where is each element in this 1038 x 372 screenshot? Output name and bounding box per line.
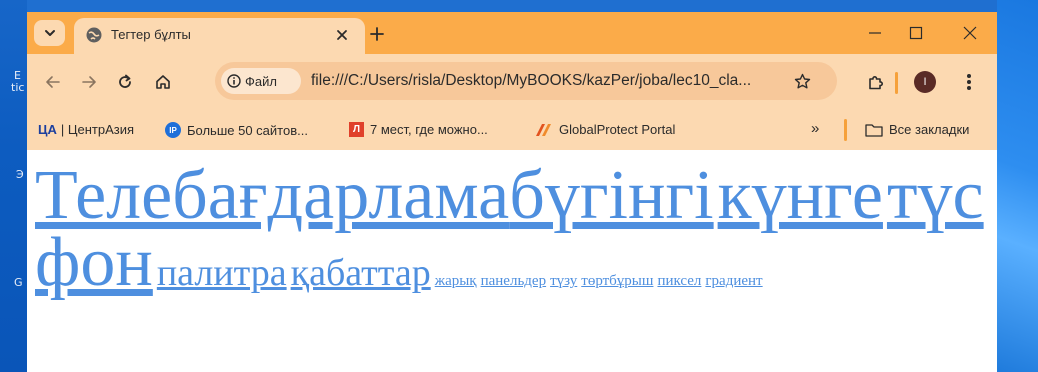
ip-logo: IP (165, 122, 181, 138)
bookmark-globalprotect[interactable]: GlobalProtect Portal (535, 122, 675, 137)
close-icon (963, 26, 977, 40)
extensions-button[interactable] (863, 70, 887, 94)
desktop-icon-label[interactable]: Э (16, 169, 24, 180)
all-bookmarks-button[interactable]: Все закладки (865, 122, 969, 137)
tag-link[interactable]: жарық (435, 273, 477, 289)
bookmark-label: | ЦентрАзия (60, 122, 135, 137)
reload-icon (119, 74, 131, 88)
tab-strip: Тегтер бұлты (27, 12, 997, 54)
bookmark-centrasia[interactable]: ЦА | ЦентрАзия (38, 122, 134, 137)
minimize-button[interactable] (860, 20, 890, 46)
url-text[interactable]: file:///C:/Users/risla/Desktop/MyBOOKS/k… (311, 72, 751, 90)
tab-active[interactable]: Тегтер бұлты (74, 18, 365, 54)
bookmark-l[interactable]: Л 7 мест, где можно... (349, 122, 488, 137)
home-button[interactable] (151, 70, 175, 94)
menu-button[interactable] (957, 70, 981, 94)
tag-link[interactable]: панельдер (481, 273, 547, 289)
desktop-icon-label[interactable]: E (14, 70, 21, 81)
bookmark-label: Больше 50 сайтов... (187, 122, 308, 138)
close-icon (337, 30, 347, 40)
bookmark-ip[interactable]: IP Больше 50 сайтов... (165, 122, 308, 138)
desktop-background-right (997, 0, 1038, 372)
tab-close-button[interactable] (332, 25, 352, 45)
arrow-left-icon (46, 76, 60, 88)
tag-link[interactable]: төртбұрыш (581, 273, 653, 289)
tag-link[interactable]: Телебағдарлама (35, 157, 509, 234)
tag-link[interactable]: фон (35, 224, 153, 301)
home-icon (156, 75, 170, 89)
desktop-background-left (0, 0, 27, 372)
maximize-button[interactable] (901, 20, 931, 46)
globalprotect-logo (536, 123, 551, 136)
tag-link[interactable]: бүгінгі (509, 157, 713, 234)
tab-search-button[interactable] (34, 20, 65, 46)
centrasia-logo: ЦА (38, 122, 57, 137)
page-content: Телебағдарламабүгінгі күнге түс фон пали… (27, 150, 997, 372)
info-icon (227, 74, 241, 88)
bookmark-star-button[interactable] (790, 69, 814, 93)
bookmarks-bar: ЦА | ЦентрАзия IP Больше 50 сайтов... Л … (27, 110, 997, 150)
l-logo: Л (349, 122, 364, 137)
site-info-chip[interactable]: Файл (221, 68, 301, 94)
minimize-icon (869, 32, 881, 34)
close-window-button[interactable] (955, 20, 985, 46)
tag-link[interactable]: қабаттар (291, 252, 431, 294)
new-tab-button[interactable] (365, 22, 389, 46)
chevron-down-icon (44, 30, 55, 36)
tab-title: Тегтер бұлты (111, 27, 191, 42)
bookmarks-separator (844, 119, 847, 141)
folder-icon (865, 123, 883, 137)
avatar: I (914, 71, 936, 93)
tag-link[interactable]: палитра (157, 252, 287, 294)
browser-toolbar: Файл file:///C:/Users/risla/Desktop/MyBO… (27, 54, 997, 110)
bookmark-label: GlobalProtect Portal (559, 122, 676, 137)
site-chip-label: Файл (245, 73, 277, 89)
star-icon (794, 73, 810, 88)
bookmark-label: 7 мест, где можно... (370, 122, 488, 137)
reload-button[interactable] (113, 70, 137, 94)
tag-link[interactable]: күнге (718, 157, 883, 234)
bookmark-label: Все закладки (889, 122, 970, 137)
desktop-icon-label[interactable]: G (14, 277, 23, 288)
more-vertical-icon (967, 74, 971, 90)
maximize-icon (909, 26, 923, 40)
tag-link[interactable]: градиент (705, 273, 762, 289)
arrow-right-icon (82, 76, 96, 88)
browser-window: Тегтер бұлты Файл file:///C:/Users/risla… (27, 12, 997, 372)
tag-link[interactable]: түс (887, 157, 984, 234)
back-button[interactable] (41, 70, 65, 94)
profile-button[interactable]: I (913, 70, 937, 94)
address-bar[interactable]: Файл file:///C:/Users/risla/Desktop/MyBO… (215, 62, 837, 100)
tag-link[interactable]: пиксел (657, 273, 701, 289)
globe-icon (86, 27, 102, 43)
plus-icon (370, 27, 384, 41)
overflow-chevron: » (811, 120, 820, 137)
tag-link[interactable]: түзу (550, 273, 577, 289)
bookmarks-overflow-button[interactable]: » (811, 120, 819, 137)
forward-button[interactable] (77, 70, 101, 94)
toolbar-separator (895, 72, 898, 94)
puzzle-icon (868, 75, 883, 89)
desktop-icon-label[interactable]: tic (11, 82, 24, 93)
